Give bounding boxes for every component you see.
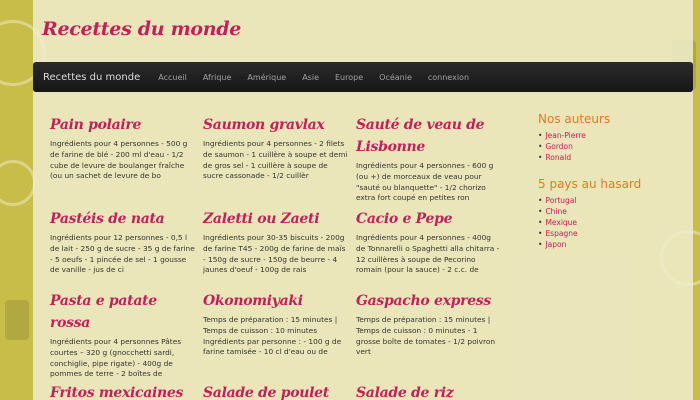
recipe-summary: Temps de préparation : 15 minutes | Temp… xyxy=(356,315,496,357)
recipe-summary: Temps de préparation : 15 minutes | Temp… xyxy=(203,315,342,357)
recipe-summary: Ingrédients pour 4 personnes - 400g de T… xyxy=(356,233,500,275)
recipe-summary: Ingrédients pour 30-35 biscuits - 200g d… xyxy=(203,233,346,275)
author-link[interactable]: Gordon xyxy=(545,142,572,151)
main-navbar: Recettes du monde Accueil Afrique Amériq… xyxy=(33,62,693,92)
country-item: Mexique xyxy=(538,217,680,228)
recipe-card: Okonomiyaki Temps de préparation : 15 mi… xyxy=(203,290,348,358)
country-link[interactable]: Japon xyxy=(545,240,566,249)
country-item: Chine xyxy=(538,206,680,217)
nav-link-europe[interactable]: Europe xyxy=(335,73,363,82)
recipe-card: Salade de riz xyxy=(356,382,501,400)
recipe-summary: Ingrédients pour 4 personnes - 2 filets … xyxy=(203,139,348,181)
author-item: Ronald xyxy=(538,152,680,163)
country-item: Espagne xyxy=(538,228,680,239)
recipe-title[interactable]: Gaspacho express xyxy=(356,290,501,312)
recipe-card: Zaletti ou Zaeti Ingrédients pour 30-35 … xyxy=(203,208,348,276)
recipe-title[interactable]: Salade de poulet xyxy=(203,382,348,400)
site-title[interactable]: Recettes du monde xyxy=(42,18,241,40)
recipe-title[interactable]: Salade de riz xyxy=(356,382,501,400)
recipe-title[interactable]: Okonomiyaki xyxy=(203,290,348,312)
recipe-card: Cacio e Pepe Ingrédients pour 4 personne… xyxy=(356,208,501,276)
country-link[interactable]: Portugal xyxy=(545,196,576,205)
country-item: Portugal xyxy=(538,195,680,206)
recipe-card: Sauté de veau de Lisbonne Ingrédients po… xyxy=(356,114,501,204)
recipe-card: Salade de poulet xyxy=(203,382,348,400)
recipe-card: Fritos mexicaines xyxy=(50,382,195,400)
nav-link-oceanie[interactable]: Océanie xyxy=(379,73,412,82)
recipe-summary: Ingrédients pour 4 personnes - 600 g (ou… xyxy=(356,161,494,203)
recipe-title[interactable]: Zaletti ou Zaeti xyxy=(203,208,348,230)
recipe-title[interactable]: Pain polaire xyxy=(50,114,195,136)
nav-brand-link[interactable]: Recettes du monde xyxy=(43,72,140,83)
sidebar: Nos auteurs Jean-Pierre Gordon Ronald 5 … xyxy=(530,112,680,264)
nav-link-accueil[interactable]: Accueil xyxy=(158,73,187,82)
nav-link-connexion[interactable]: connexion xyxy=(428,73,469,82)
nav-link-afrique[interactable]: Afrique xyxy=(203,73,232,82)
author-item: Gordon xyxy=(538,141,680,152)
authors-heading: Nos auteurs xyxy=(538,112,611,126)
countries-heading: 5 pays au hasard xyxy=(538,177,642,191)
country-link[interactable]: Chine xyxy=(545,207,566,216)
authors-list: Jean-Pierre Gordon Ronald xyxy=(530,130,680,163)
country-link[interactable]: Espagne xyxy=(545,229,577,238)
recipe-title[interactable]: Pasta e patate rossa xyxy=(50,290,195,334)
recipe-title[interactable]: Cacio e Pepe xyxy=(356,208,501,230)
country-item: Japon xyxy=(538,239,680,250)
recipe-summary: Ingrédients pour 12 personnes - 0,5 l de… xyxy=(50,233,195,275)
content-panel: Recettes du monde Recettes du monde Accu… xyxy=(33,0,693,400)
recipe-title[interactable]: Sauté de veau de Lisbonne xyxy=(356,114,501,158)
recipe-summary: Ingrédients pour 4 personnes - 500 g de … xyxy=(50,139,188,181)
recipe-card: Pasta e patate rossa Ingrédients pour 4 … xyxy=(50,290,195,380)
recipe-card: Gaspacho express Temps de préparation : … xyxy=(356,290,501,358)
recipe-summary: Ingrédients pour 4 personnes Pâtes court… xyxy=(50,337,182,379)
recipe-title[interactable]: Pastéis de nata xyxy=(50,208,195,230)
recipe-title[interactable]: Fritos mexicaines xyxy=(50,382,195,400)
author-link[interactable]: Jean-Pierre xyxy=(545,131,585,140)
recipe-card: Pain polaire Ingrédients pour 4 personne… xyxy=(50,114,195,182)
recipe-card: Pastéis de nata Ingrédients pour 12 pers… xyxy=(50,208,195,276)
recipe-card: Saumon gravlax Ingrédients pour 4 person… xyxy=(203,114,348,182)
recipe-title[interactable]: Saumon gravlax xyxy=(203,114,348,136)
country-link[interactable]: Mexique xyxy=(545,218,577,227)
author-link[interactable]: Ronald xyxy=(545,153,571,162)
author-item: Jean-Pierre xyxy=(538,130,680,141)
countries-list: Portugal Chine Mexique Espagne Japon xyxy=(530,195,680,250)
nav-link-asie[interactable]: Asie xyxy=(302,73,319,82)
nav-link-amerique[interactable]: Amérique xyxy=(247,73,286,82)
